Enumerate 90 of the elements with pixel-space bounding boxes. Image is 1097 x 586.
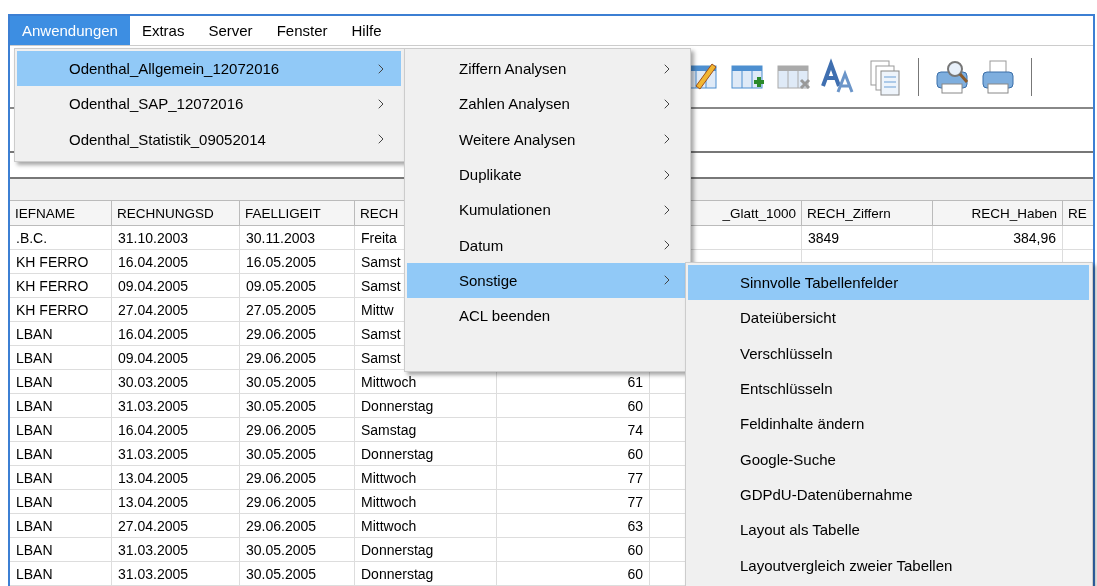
table-cell: 30.03.2005 bbox=[112, 370, 240, 394]
table-cell: 29.06.2005 bbox=[240, 466, 355, 490]
table-cell: 31.03.2005 bbox=[112, 538, 240, 562]
table-cell: 09.04.2005 bbox=[112, 346, 240, 370]
table-cell: 77 bbox=[497, 466, 650, 490]
menu-item[interactable]: Sonstige bbox=[407, 262, 687, 299]
column-header[interactable]: FAELLIGEIT bbox=[240, 200, 355, 226]
table-cell: 30.05.2005 bbox=[240, 394, 355, 418]
menu-item[interactable]: Odenthal_SAP_12072016 bbox=[17, 86, 401, 122]
menu-bar-item[interactable]: Extras bbox=[129, 16, 197, 46]
table-cell: KH FERRO bbox=[10, 298, 112, 322]
table-cell: Donnerstag bbox=[355, 394, 497, 418]
menu-item[interactable]: Sinnvolle Tabellenfelder bbox=[688, 265, 1089, 301]
menu-item[interactable]: Zahlen Analysen bbox=[407, 86, 687, 122]
menu-item[interactable]: GDPdU-Datenübernahme bbox=[688, 476, 1089, 513]
column-header[interactable]: RECHNUNGSD bbox=[112, 200, 240, 226]
table-cell: 384,96 bbox=[933, 226, 1063, 250]
menu-item[interactable]: Odenthal_Statistik_09052014 bbox=[17, 121, 401, 157]
table-cell: 13.04.2005 bbox=[112, 466, 240, 490]
table-cell: Donnerstag bbox=[355, 538, 497, 562]
table-cell: LBAN bbox=[10, 466, 112, 490]
table-cell: 16.05.2005 bbox=[240, 250, 355, 274]
menu-item[interactable]: Dateiübersicht bbox=[688, 300, 1089, 336]
table-cell: 16.04.2005 bbox=[112, 418, 240, 442]
table-cell: LBAN bbox=[10, 490, 112, 514]
menu-item[interactable]: Weitere Analysen bbox=[407, 121, 687, 157]
table-cell: Mittwoch bbox=[355, 490, 497, 514]
menu-item[interactable]: Odenthal_Allgemein_12072016 bbox=[17, 51, 401, 87]
table-cell: 27.04.2005 bbox=[112, 514, 240, 538]
table-cell: 31.03.2005 bbox=[112, 562, 240, 586]
table-cell: 29.06.2005 bbox=[240, 346, 355, 370]
menu-item[interactable]: Duplikate bbox=[407, 156, 687, 193]
table-cell: 27.05.2005 bbox=[240, 298, 355, 322]
table-cell: 30.11.2003 bbox=[240, 226, 355, 250]
table-cell: 60 bbox=[497, 442, 650, 466]
table-cell: .B.C. bbox=[10, 226, 112, 250]
table-cell: 09.04.2005 bbox=[112, 274, 240, 298]
menu-item[interactable]: Verschlüsseln bbox=[688, 335, 1089, 371]
menu-item[interactable]: Ziffern Analysen bbox=[407, 51, 687, 87]
table-cell: Mittwoch bbox=[355, 466, 497, 490]
table-cell: Donnerstag bbox=[355, 442, 497, 466]
table-cell: LBAN bbox=[10, 418, 112, 442]
table-cell: 3849 bbox=[802, 226, 933, 250]
table-cell: LBAN bbox=[10, 370, 112, 394]
table-cell: 30.05.2005 bbox=[240, 442, 355, 466]
table-cell: 30.05.2005 bbox=[240, 562, 355, 586]
table-cell: 30.05.2005 bbox=[240, 538, 355, 562]
menu-item[interactable]: Layout als Tabelle bbox=[688, 512, 1089, 548]
table-cell: 13.04.2005 bbox=[112, 490, 240, 514]
table-cell: Samstag bbox=[355, 418, 497, 442]
table-cell: LBAN bbox=[10, 442, 112, 466]
table-cell: 16.04.2005 bbox=[112, 250, 240, 274]
table-cell: 29.06.2005 bbox=[240, 490, 355, 514]
table-cell: 31.03.2005 bbox=[112, 394, 240, 418]
table-cell: LBAN bbox=[10, 538, 112, 562]
table-cell: Mittwoch bbox=[355, 514, 497, 538]
table-cell: 16.04.2005 bbox=[112, 322, 240, 346]
table-cell: 60 bbox=[497, 538, 650, 562]
table-cell: KH FERRO bbox=[10, 274, 112, 298]
table-cell: 27.04.2005 bbox=[112, 298, 240, 322]
table-cell: 30.05.2005 bbox=[240, 370, 355, 394]
table-cell: 29.06.2005 bbox=[240, 322, 355, 346]
menu-item[interactable]: Layoutvergleich zweier Tabellen bbox=[688, 547, 1089, 583]
table-cell: 77 bbox=[497, 490, 650, 514]
menu-item[interactable]: Entschlüsseln bbox=[688, 370, 1089, 407]
column-header[interactable]: RE bbox=[1063, 200, 1093, 226]
menu-bar-item[interactable]: Fenster bbox=[264, 16, 340, 46]
table-cell: Donnerstag bbox=[355, 562, 497, 586]
table-cell: 60 bbox=[497, 562, 650, 586]
column-header[interactable]: IEFNAME bbox=[10, 200, 112, 226]
table-cell: 60 bbox=[497, 394, 650, 418]
table-cell: 31.03.2005 bbox=[112, 442, 240, 466]
menu-bar-item[interactable]: Hilfe bbox=[339, 16, 394, 46]
menu-bar-item[interactable]: Server bbox=[196, 16, 265, 46]
table-cell: 74 bbox=[497, 418, 650, 442]
table-cell: LBAN bbox=[10, 346, 112, 370]
column-header[interactable]: RECH_Ziffern bbox=[802, 200, 933, 226]
table-cell: 29.06.2005 bbox=[240, 418, 355, 442]
menu-item[interactable]: Google-Suche bbox=[688, 441, 1089, 477]
menu-item[interactable]: Feldinhalte ändern bbox=[688, 406, 1089, 442]
table-cell: 29.06.2005 bbox=[240, 514, 355, 538]
table-cell: LBAN bbox=[10, 514, 112, 538]
table-cell: 31.10.2003 bbox=[112, 226, 240, 250]
table-cell: LBAN bbox=[10, 562, 112, 586]
table-cell: LBAN bbox=[10, 394, 112, 418]
table-cell: KH FERRO bbox=[10, 250, 112, 274]
table-cell: 09.05.2005 bbox=[240, 274, 355, 298]
table-cell: 63 bbox=[497, 514, 650, 538]
column-header[interactable]: RECH_Haben bbox=[933, 200, 1063, 226]
table-cell: LBAN bbox=[10, 322, 112, 346]
